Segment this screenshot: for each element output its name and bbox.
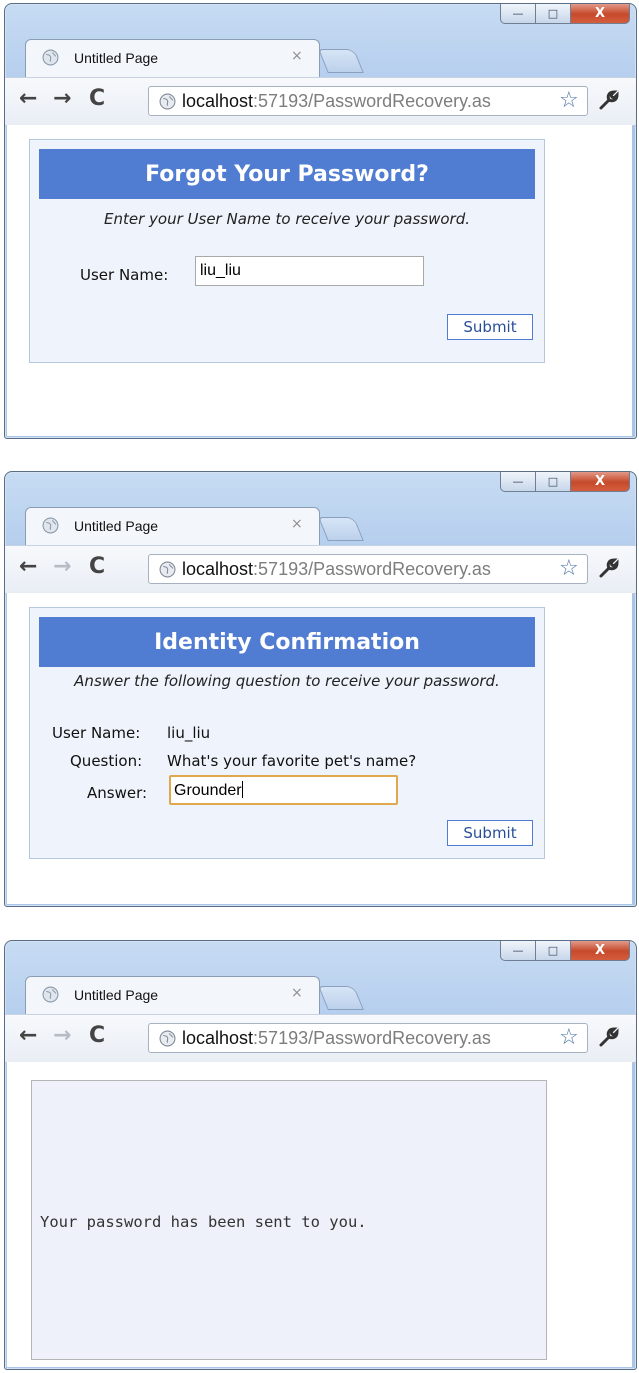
page-content: Forgot Your Password? Enter your User Na…: [7, 125, 632, 436]
wrench-icon[interactable]: [597, 557, 619, 579]
url-text: localhost:57193/PasswordRecovery.as: [182, 1028, 491, 1048]
instruction-text: Answer the following question to receive…: [74, 672, 500, 690]
minimize-button[interactable]: —: [500, 941, 536, 961]
success-panel: Your password has been sent to you.: [31, 1080, 547, 1360]
address-bar[interactable]: localhost:57193/PasswordRecovery.as ☆: [148, 554, 588, 584]
back-arrow-icon[interactable]: ←: [19, 554, 37, 580]
instruction-text: Enter your User Name to receive your pas…: [104, 210, 470, 228]
success-message: Your password has been sent to you.: [40, 1213, 367, 1231]
window-controls: — □ X: [500, 472, 630, 492]
username-input[interactable]: liu_liu: [195, 256, 424, 286]
forward-arrow-icon[interactable]: →: [53, 1023, 71, 1049]
close-button[interactable]: X: [571, 472, 630, 492]
minimize-button[interactable]: —: [500, 472, 536, 492]
username-label: User Name:: [80, 266, 169, 284]
reload-icon[interactable]: C: [89, 554, 105, 580]
browser-window-3: — □ X Untitled Page × ← → C localhost:57…: [4, 940, 637, 1370]
panel-title: Identity Confirmation: [39, 617, 535, 667]
wrench-icon[interactable]: [597, 1026, 619, 1048]
globe-icon: [42, 517, 59, 534]
back-arrow-icon[interactable]: ←: [19, 1023, 37, 1049]
tab-title: Untitled Page: [74, 987, 159, 1003]
globe-icon: [42, 49, 59, 66]
browser-tab[interactable]: Untitled Page ×: [25, 976, 320, 1015]
tab-close-icon[interactable]: ×: [291, 48, 303, 64]
bookmark-star-icon[interactable]: ☆: [559, 556, 579, 581]
minimize-button[interactable]: —: [500, 4, 536, 24]
bookmark-star-icon[interactable]: ☆: [559, 88, 579, 113]
browser-tab[interactable]: Untitled Page ×: [25, 507, 320, 546]
url-text: localhost:57193/PasswordRecovery.as: [182, 559, 491, 579]
close-button[interactable]: X: [571, 4, 630, 24]
tab-title: Untitled Page: [74, 518, 159, 534]
browser-toolbar: ← → C localhost:57193/PasswordRecovery.a…: [5, 1014, 636, 1063]
address-bar[interactable]: localhost:57193/PasswordRecovery.as ☆: [148, 86, 588, 116]
forward-arrow-icon[interactable]: →: [53, 554, 71, 580]
username-value: liu_liu: [167, 724, 211, 742]
browser-toolbar: ← → C localhost:57193/PasswordRecovery.a…: [5, 545, 636, 594]
window-controls: — □ X: [500, 4, 630, 24]
answer-input[interactable]: Grounder: [169, 775, 398, 805]
window-controls: — □ X: [500, 941, 630, 961]
wrench-icon[interactable]: [597, 89, 619, 111]
maximize-button[interactable]: □: [536, 4, 571, 24]
new-tab-button[interactable]: [318, 986, 364, 1010]
globe-icon: [159, 1030, 176, 1047]
username-label: User Name:: [52, 724, 141, 742]
answer-label: Answer:: [87, 784, 148, 802]
tab-close-icon[interactable]: ×: [291, 985, 303, 1001]
question-value: What's your favorite pet's name?: [167, 752, 417, 770]
browser-toolbar: ← → C localhost:57193/PasswordRecovery.a…: [5, 77, 636, 126]
reload-icon[interactable]: C: [89, 86, 105, 112]
question-label: Question:: [70, 752, 143, 770]
bookmark-star-icon[interactable]: ☆: [559, 1025, 579, 1050]
submit-button[interactable]: Submit: [447, 314, 533, 340]
reload-icon[interactable]: C: [89, 1023, 105, 1049]
tab-close-icon[interactable]: ×: [291, 516, 303, 532]
browser-window-1: — □ X Untitled Page × ← → C localhost:57…: [4, 3, 637, 439]
globe-icon: [159, 93, 176, 110]
address-bar[interactable]: localhost:57193/PasswordRecovery.as ☆: [148, 1023, 588, 1053]
back-arrow-icon[interactable]: ←: [19, 86, 37, 112]
url-text: localhost:57193/PasswordRecovery.as: [182, 91, 491, 111]
forward-arrow-icon[interactable]: →: [53, 86, 71, 112]
text-cursor: [241, 781, 243, 798]
close-button[interactable]: X: [571, 941, 630, 961]
tab-title: Untitled Page: [74, 50, 159, 66]
new-tab-button[interactable]: [318, 49, 364, 73]
panel-title: Forgot Your Password?: [39, 149, 535, 199]
maximize-button[interactable]: □: [536, 941, 571, 961]
globe-icon: [42, 986, 59, 1003]
maximize-button[interactable]: □: [536, 472, 571, 492]
page-content: Identity Confirmation Answer the followi…: [7, 593, 632, 904]
identity-confirmation-panel: Identity Confirmation Answer the followi…: [29, 607, 545, 859]
new-tab-button[interactable]: [318, 517, 364, 541]
submit-button[interactable]: Submit: [447, 820, 533, 846]
page-content: Your password has been sent to you.: [7, 1062, 632, 1367]
password-recovery-panel: Forgot Your Password? Enter your User Na…: [29, 139, 545, 363]
browser-window-2: — □ X Untitled Page × ← → C localhost:57…: [4, 471, 637, 907]
globe-icon: [159, 561, 176, 578]
browser-tab[interactable]: Untitled Page ×: [25, 39, 320, 78]
